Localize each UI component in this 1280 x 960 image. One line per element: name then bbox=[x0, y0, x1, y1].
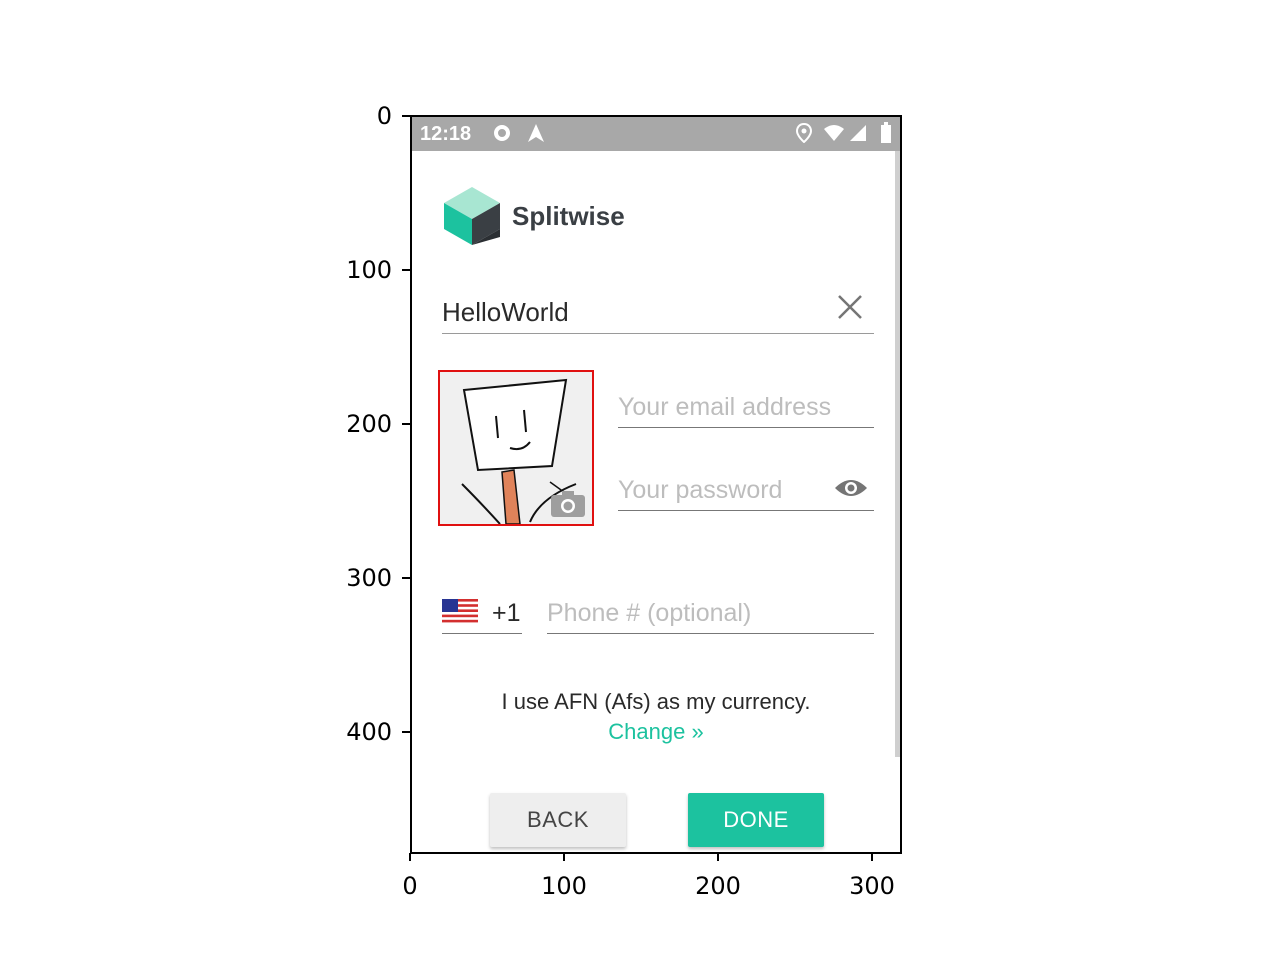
country-code: +1 bbox=[492, 599, 521, 627]
password-input[interactable] bbox=[618, 476, 818, 505]
location-icon bbox=[792, 121, 816, 145]
app-name: Splitwise bbox=[512, 200, 625, 231]
country-code-picker[interactable]: +1 bbox=[442, 595, 522, 634]
x-tick bbox=[563, 853, 565, 861]
close-icon[interactable] bbox=[836, 293, 864, 321]
signal-icon bbox=[846, 121, 870, 145]
done-button[interactable]: DONE bbox=[688, 793, 824, 847]
y-tick bbox=[402, 269, 410, 271]
y-tick bbox=[402, 577, 410, 579]
email-input[interactable] bbox=[618, 393, 874, 422]
x-tick-label: 200 bbox=[695, 872, 741, 900]
camera-icon[interactable] bbox=[550, 490, 586, 518]
battery-icon bbox=[874, 121, 898, 145]
name-field[interactable]: HelloWorld bbox=[442, 289, 874, 334]
x-tick-label: 100 bbox=[541, 872, 587, 900]
x-tick bbox=[871, 853, 873, 861]
navigation-icon bbox=[524, 121, 548, 145]
scrollbar[interactable] bbox=[895, 151, 900, 757]
eye-icon[interactable] bbox=[834, 474, 868, 502]
currency-text: I use AFN (Afs) as my currency. bbox=[501, 689, 811, 714]
y-tick bbox=[402, 731, 410, 733]
phone-screen: 12:18 Splitwise HelloWorld Your email ad… bbox=[410, 115, 902, 854]
back-button[interactable]: BACK bbox=[490, 793, 626, 847]
us-flag-icon bbox=[442, 599, 478, 623]
x-tick bbox=[717, 853, 719, 861]
y-tick-label: 200 bbox=[346, 410, 392, 438]
splitwise-logo-icon bbox=[444, 187, 500, 245]
email-field[interactable] bbox=[618, 387, 874, 428]
name-value[interactable]: HelloWorld bbox=[442, 297, 569, 328]
change-currency-link[interactable]: Change » bbox=[412, 719, 900, 745]
password-field[interactable] bbox=[618, 470, 874, 511]
x-tick-label: 300 bbox=[849, 872, 895, 900]
y-tick-label: 300 bbox=[346, 564, 392, 592]
x-tick bbox=[409, 853, 411, 861]
y-tick bbox=[402, 423, 410, 425]
status-bar: 12:18 bbox=[412, 117, 900, 151]
y-tick-label: 100 bbox=[346, 256, 392, 284]
x-tick-label: 0 bbox=[402, 872, 418, 900]
y-tick-label: 0 bbox=[376, 102, 392, 130]
phone-field[interactable] bbox=[547, 595, 874, 634]
y-tick-label: 400 bbox=[346, 718, 392, 746]
status-time: 12:18 bbox=[420, 123, 472, 145]
settings-icon bbox=[490, 121, 514, 145]
phone-input[interactable] bbox=[547, 599, 874, 628]
wifi-icon bbox=[822, 121, 846, 145]
splitwise-logo: Splitwise bbox=[442, 185, 625, 247]
y-tick bbox=[402, 115, 410, 117]
avatar[interactable] bbox=[438, 370, 594, 526]
